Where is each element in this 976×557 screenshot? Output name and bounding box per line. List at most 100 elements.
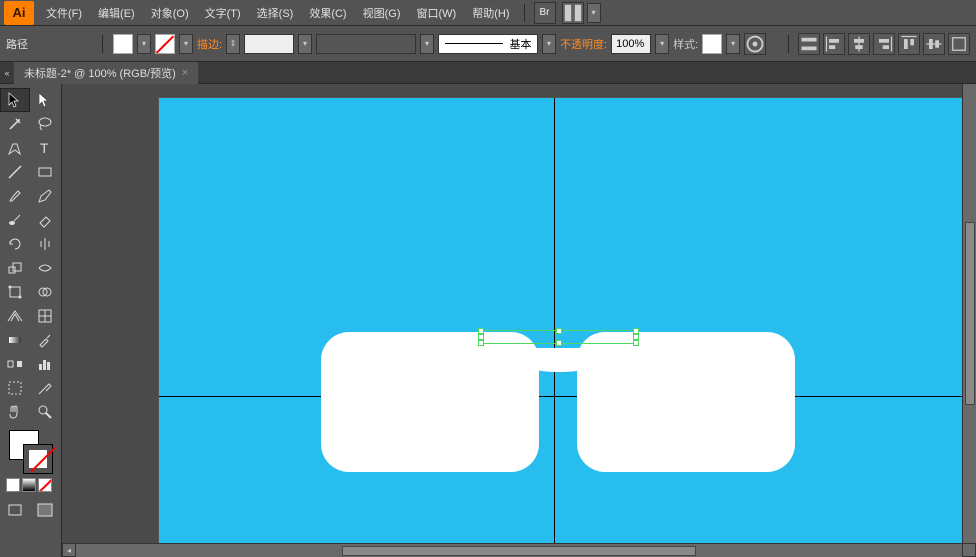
color-mode-row [6, 478, 55, 492]
color-mode-solid[interactable] [6, 478, 20, 492]
selection-handle-n[interactable] [556, 328, 562, 334]
stroke-width-field[interactable] [244, 34, 294, 54]
screen-mode-toggle[interactable] [30, 498, 60, 522]
menu-window[interactable]: 窗口(W) [409, 0, 465, 26]
menu-file[interactable]: 文件(F) [38, 0, 90, 26]
scale-tool[interactable] [0, 256, 30, 280]
eraser-tool[interactable] [30, 208, 60, 232]
slice-tool[interactable] [30, 376, 60, 400]
menu-object[interactable]: 对象(O) [143, 0, 197, 26]
guide-horizontal[interactable] [159, 396, 976, 397]
shape-builder-tool[interactable] [30, 280, 60, 304]
type-tool[interactable]: T [30, 136, 60, 160]
app-logo: Ai [4, 1, 34, 25]
menu-help[interactable]: 帮助(H) [464, 0, 517, 26]
stroke-dropdown[interactable]: ▾ [179, 34, 193, 54]
recolor-artwork-icon[interactable] [744, 33, 766, 55]
style-label: 样式: [673, 36, 698, 52]
align-panel-icon[interactable] [798, 33, 820, 55]
fill-stroke-indicator[interactable] [9, 430, 53, 474]
reflect-tool[interactable] [30, 232, 60, 256]
svg-text:T: T [40, 140, 49, 156]
color-mode-gradient[interactable] [22, 478, 36, 492]
style-dropdown[interactable]: ▾ [726, 34, 740, 54]
align-center-v-icon[interactable] [923, 33, 945, 55]
stroke-swatch[interactable] [155, 34, 175, 54]
arrange-dropdown[interactable]: ▾ [587, 3, 601, 23]
color-mode-none[interactable] [38, 478, 52, 492]
brush-definition[interactable]: 基本 [438, 34, 538, 54]
blend-tool[interactable] [0, 352, 30, 376]
magic-wand-tool[interactable] [0, 112, 30, 136]
direct-selection-tool[interactable] [30, 88, 60, 112]
menu-view[interactable]: 视图(G) [355, 0, 409, 26]
tab-scroll-left[interactable]: « [0, 63, 14, 83]
opacity-dropdown[interactable]: ▾ [655, 34, 669, 54]
brush-label: 基本 [509, 36, 531, 52]
fill-dropdown[interactable]: ▾ [137, 34, 151, 54]
blob-brush-tool[interactable] [0, 208, 30, 232]
scrollbar-thumb-h[interactable] [342, 546, 696, 556]
menu-edit[interactable]: 编辑(E) [90, 0, 143, 26]
scrollbar-thumb-v[interactable] [965, 222, 975, 406]
menu-select[interactable]: 选择(S) [249, 0, 302, 26]
transform-panel-icon[interactable] [948, 33, 970, 55]
divider [102, 35, 103, 53]
scroll-left-button[interactable]: ◂ [62, 543, 76, 557]
free-transform-tool[interactable] [0, 280, 30, 304]
shape-right-lens[interactable] [577, 332, 795, 472]
menu-effect[interactable]: 效果(C) [301, 0, 354, 26]
selection-type-label: 路径 [6, 36, 92, 52]
bridge-icon[interactable]: Br [534, 2, 556, 24]
stroke-width-stepper[interactable]: ⇕ [226, 34, 240, 54]
shape-left-lens[interactable] [321, 332, 539, 472]
pen-tool[interactable] [0, 136, 30, 160]
align-right-icon[interactable] [873, 33, 895, 55]
selection-tool[interactable] [0, 88, 30, 112]
brush-dropdown[interactable]: ▾ [542, 34, 556, 54]
rectangle-tool[interactable] [30, 160, 60, 184]
fill-swatch[interactable] [113, 34, 133, 54]
align-left-icon[interactable] [823, 33, 845, 55]
line-segment-tool[interactable] [0, 160, 30, 184]
scrollbar-vertical[interactable] [962, 84, 976, 543]
opacity-field[interactable]: 100% [611, 34, 651, 54]
selection-handle-sw[interactable] [478, 340, 484, 346]
lasso-tool[interactable] [30, 112, 60, 136]
eyedropper-tool[interactable] [30, 328, 60, 352]
gradient-tool[interactable] [0, 328, 30, 352]
tools-panel: T [0, 84, 62, 557]
perspective-grid-tool[interactable] [0, 304, 30, 328]
guide-vertical[interactable] [554, 98, 555, 546]
scrollbar-horizontal[interactable] [76, 543, 962, 557]
artboard-tool[interactable] [0, 376, 30, 400]
close-tab-icon[interactable]: × [182, 67, 188, 79]
align-center-h-icon[interactable] [848, 33, 870, 55]
width-tool[interactable] [30, 256, 60, 280]
pencil-tool[interactable] [30, 184, 60, 208]
stroke-color-box[interactable] [23, 444, 53, 474]
menu-bar: Ai 文件(F) 编辑(E) 对象(O) 文字(T) 选择(S) 效果(C) 视… [0, 0, 976, 26]
zoom-tool[interactable] [30, 400, 60, 424]
selection-handle-se[interactable] [633, 340, 639, 346]
canvas-area[interactable]: ◂ [62, 84, 976, 557]
mesh-tool[interactable] [30, 304, 60, 328]
artboard[interactable] [158, 97, 976, 547]
selection-handle-s[interactable] [556, 340, 562, 346]
document-tab[interactable]: 未标题-2* @ 100% (RGB/预览) × [14, 62, 198, 84]
document-tab-bar: « 未标题-2* @ 100% (RGB/预览) × [0, 62, 976, 84]
menu-type[interactable]: 文字(T) [197, 0, 249, 26]
screen-mode-normal[interactable] [0, 498, 30, 522]
paintbrush-tool[interactable] [0, 184, 30, 208]
align-top-icon[interactable] [898, 33, 920, 55]
arrange-documents-icon[interactable] [562, 2, 584, 24]
stroke-width-dropdown[interactable]: ▾ [298, 34, 312, 54]
rotate-tool[interactable] [0, 232, 30, 256]
selection-bounding-box[interactable] [480, 330, 637, 344]
column-graph-tool[interactable] [30, 352, 60, 376]
style-swatch[interactable] [702, 34, 722, 54]
variable-width-dropdown[interactable]: ▾ [420, 34, 434, 54]
variable-width-profile[interactable] [316, 34, 416, 54]
hand-tool[interactable] [0, 400, 30, 424]
options-bar: 路径 ▾ ▾ 描边: ⇕ ▾ ▾ 基本 ▾ 不透明度: 100% ▾ 样式: ▾ [0, 26, 976, 62]
